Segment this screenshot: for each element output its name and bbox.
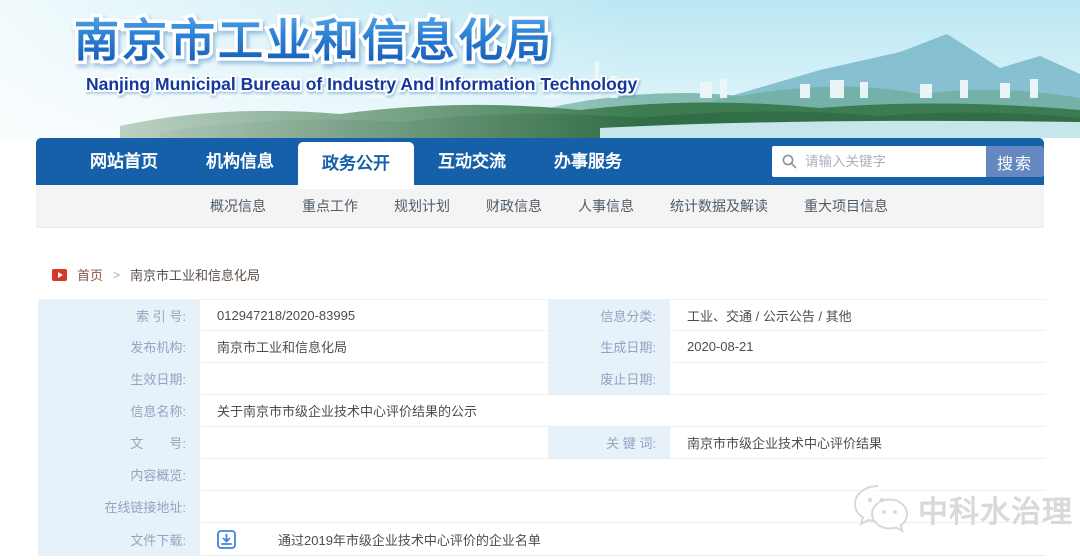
tab-services[interactable]: 办事服务 — [530, 138, 646, 185]
header-banner: 南京市工业和信息化局 南京市工业和信息化局 Nanjing Municipal … — [0, 0, 1080, 138]
field-value-keywords: 南京市市级企业技术中心评价结果 — [673, 427, 1046, 459]
search-icon — [782, 154, 797, 169]
search-input-wrap — [772, 146, 986, 177]
table-row: 文 号: 关 键 词: 南京市市级企业技术中心评价结果 — [38, 427, 1046, 459]
field-value-effective — [203, 363, 545, 395]
field-label-index: 索 引 号: — [38, 299, 203, 331]
site-title-text: 南京市工业和信息化局 — [74, 4, 554, 69]
subnav-item-major-projects[interactable]: 重大项目信息 — [804, 196, 888, 216]
field-label-category: 信息分类: — [545, 299, 673, 331]
subnav-item-key-work[interactable]: 重点工作 — [302, 196, 358, 216]
home-marker-icon — [52, 269, 67, 281]
field-value-index: 012947218/2020-83995 — [203, 299, 545, 331]
field-label-online-link: 在线链接地址: — [38, 491, 203, 523]
subnav-item-personnel[interactable]: 人事信息 — [578, 196, 634, 216]
sub-nav: 概况信息 重点工作 规划计划 财政信息 人事信息 统计数据及解读 重大项目信息 — [36, 185, 1044, 228]
info-table: 索 引 号: 012947218/2020-83995 信息分类: 工业、交通 … — [38, 299, 1046, 556]
subnav-item-statistics[interactable]: 统计数据及解读 — [670, 196, 768, 216]
page: 南京市工业和信息化局 南京市工业和信息化局 Nanjing Municipal … — [0, 0, 1080, 560]
main-nav: 网站首页 机构信息 政务公开 互动交流 办事服务 搜索 — [36, 138, 1044, 185]
field-value-expiry — [673, 363, 1046, 395]
table-row: 发布机构: 南京市工业和信息化局 生成日期: 2020-08-21 — [38, 331, 1046, 363]
subnav-item-finance[interactable]: 财政信息 — [486, 196, 542, 216]
field-value-summary — [203, 459, 1046, 491]
table-row: 在线链接地址: — [38, 491, 1046, 523]
field-label-keywords: 关 键 词: — [545, 427, 673, 459]
field-value-online-link — [203, 491, 1046, 523]
subnav-item-overview[interactable]: 概况信息 — [210, 196, 266, 216]
field-value-category: 工业、交通 / 公示公告 / 其他 — [673, 299, 1046, 331]
table-row: 生效日期: 废止日期: — [38, 363, 1046, 395]
tab-org-info[interactable]: 机构信息 — [182, 138, 298, 185]
breadcrumb-separator: > — [113, 268, 120, 282]
field-label-gen-date: 生成日期: — [545, 331, 673, 363]
breadcrumb-home[interactable]: 首页 — [77, 265, 103, 284]
download-icon[interactable] — [217, 530, 236, 549]
tab-gov-disclosure[interactable]: 政务公开 — [298, 142, 414, 189]
table-row: 索 引 号: 012947218/2020-83995 信息分类: 工业、交通 … — [38, 299, 1046, 331]
field-label-expiry: 废止日期: — [545, 363, 673, 395]
table-row: 信息名称: 关于南京市市级企业技术中心评价结果的公示 — [38, 395, 1046, 427]
field-label-doc-number: 文 号: — [38, 427, 203, 459]
field-label-summary: 内容概览: — [38, 459, 203, 491]
field-value-issuer: 南京市工业和信息化局 — [203, 331, 545, 363]
site-subtitle: Nanjing Municipal Bureau of Industry And… — [86, 74, 706, 100]
breadcrumb: 首页 > 南京市工业和信息化局 — [52, 265, 1044, 284]
table-row: 内容概览: — [38, 459, 1046, 491]
field-label-effective: 生效日期: — [38, 363, 203, 395]
field-label-issuer: 发布机构: — [38, 331, 203, 363]
field-label-name: 信息名称: — [38, 395, 203, 427]
field-label-download: 文件下载: — [38, 523, 203, 556]
search-input[interactable] — [805, 154, 975, 169]
breadcrumb-current: 南京市工业和信息化局 — [130, 265, 260, 284]
field-value-gen-date: 2020-08-21 — [673, 331, 1046, 363]
tab-interaction[interactable]: 互动交流 — [414, 138, 530, 185]
tab-home[interactable]: 网站首页 — [66, 138, 182, 185]
search-box: 搜索 — [772, 146, 1044, 177]
field-value-name: 关于南京市市级企业技术中心评价结果的公示 — [203, 395, 1046, 427]
field-value-download: 通过2019年市级企业技术中心评价的企业名单 — [203, 523, 1046, 556]
search-button[interactable]: 搜索 — [986, 146, 1044, 177]
subnav-item-planning[interactable]: 规划计划 — [394, 196, 450, 216]
table-row: 文件下载: 通过2019年市级企业技术中心评价的企业名单 — [38, 523, 1046, 556]
field-value-doc-number — [203, 427, 545, 459]
site-subtitle-text: Nanjing Municipal Bureau of Industry And… — [86, 74, 637, 95]
download-link[interactable]: 通过2019年市级企业技术中心评价的企业名单 — [278, 530, 541, 549]
site-title: 南京市工业和信息化局 南京市工业和信息化局 — [74, 4, 694, 68]
